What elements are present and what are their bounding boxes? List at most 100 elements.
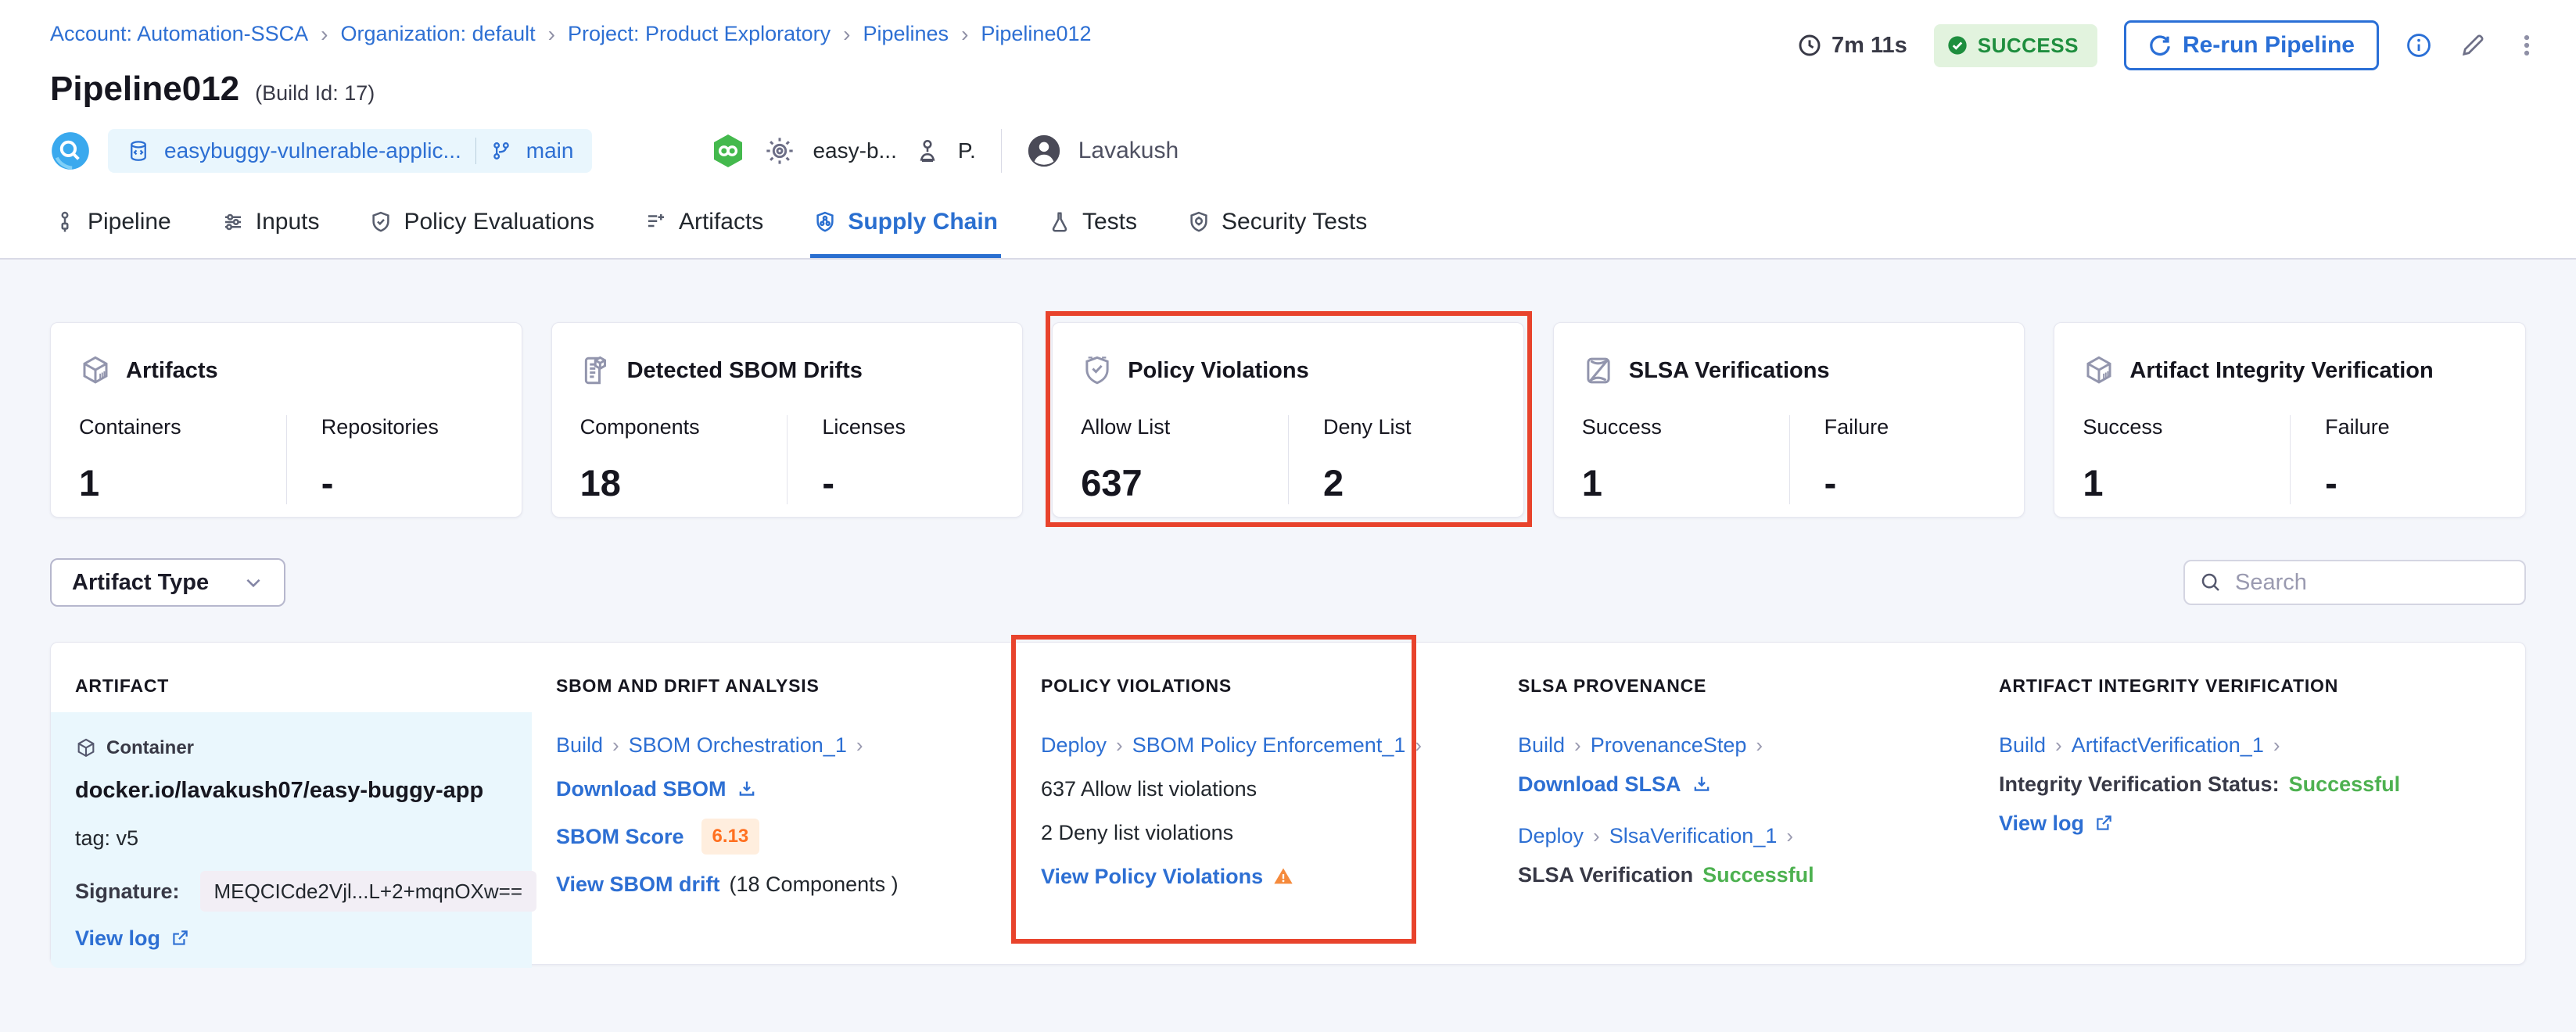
- view-log-link[interactable]: View log: [75, 924, 160, 952]
- chevron-right-icon: ›: [961, 23, 968, 45]
- execution-duration: 7m 11s: [1797, 33, 1907, 59]
- step-link[interactable]: ArtifactVerification_1: [2072, 731, 2264, 759]
- col-header-slsa-provenance: SLSA PROVENANCE: [1494, 643, 1975, 697]
- step-link[interactable]: ProvenanceStep: [1591, 731, 1747, 759]
- tab-pipeline[interactable]: Pipeline: [50, 209, 174, 258]
- stat-repositories: Repositories -: [286, 415, 493, 504]
- artifact-type-dropdown[interactable]: Artifact Type: [50, 558, 285, 607]
- card-artifact-integrity: Artifact Integrity Verification Success …: [2054, 322, 2526, 518]
- branch-name-link[interactable]: main: [526, 138, 574, 163]
- tab-tests[interactable]: Tests: [1045, 209, 1140, 258]
- stat-slsa-failure: Failure -: [1789, 415, 1997, 504]
- tab-security-tests[interactable]: Security Tests: [1184, 209, 1370, 258]
- artifacts-table: ARTIFACT SBOM AND DRIFT ANALYSIS POLICY …: [50, 642, 2526, 965]
- supply-chain-page: Account: Automation-SSCA › Organization:…: [0, 0, 2576, 1032]
- title-row: Pipeline012 (Build Id: 17): [50, 70, 2526, 109]
- container-cube-icon: [75, 737, 97, 759]
- tab-supply-chain[interactable]: Supply Chain: [810, 209, 1001, 258]
- chevron-right-icon: ›: [843, 23, 850, 45]
- repo-name-link[interactable]: easybuggy-vulnerable-applic...: [164, 138, 461, 163]
- stat-deny-list: Deny List 2: [1288, 415, 1495, 504]
- stage-link[interactable]: Deploy: [1041, 731, 1107, 759]
- stage-link[interactable]: Deploy: [1518, 822, 1584, 850]
- chevron-right-icon: ›: [1415, 731, 1422, 759]
- shield-check-icon: [1081, 354, 1114, 387]
- slsa-icon: [1582, 354, 1615, 387]
- sbom-score-link[interactable]: SBOM Score: [556, 822, 684, 851]
- sbom-document-icon: [580, 354, 613, 387]
- page-header: Account: Automation-SSCA › Organization:…: [0, 0, 2576, 260]
- rerun-pipeline-button[interactable]: Re-run Pipeline: [2124, 20, 2379, 70]
- chevron-right-icon: ›: [1786, 822, 1793, 850]
- cube-icon: [2083, 354, 2115, 387]
- integrity-status-label: Integrity Verification Status:: [1999, 770, 2280, 798]
- stat-integrity-success: Success 1: [2083, 415, 2290, 504]
- sliders-icon: [221, 210, 245, 234]
- tab-policy-evaluations[interactable]: Policy Evaluations: [366, 209, 597, 258]
- status-badge: SUCCESS: [1934, 24, 2097, 67]
- breadcrumb-account[interactable]: Account: Automation-SSCA: [50, 22, 308, 46]
- step-link[interactable]: SBOM Orchestration_1: [629, 731, 847, 759]
- git-branch-icon: [490, 140, 512, 162]
- status-text: SUCCESS: [1978, 34, 2079, 58]
- search-input[interactable]: [2235, 570, 2510, 596]
- card-title: Detected SBOM Drifts: [627, 358, 863, 384]
- stage-link[interactable]: Build: [556, 731, 603, 759]
- sbom-cell: Build › SBOM Orchestration_1 › Download …: [532, 712, 1017, 968]
- col-header-artifact: ARTIFACT: [51, 643, 532, 697]
- chevron-right-icon: ›: [1574, 731, 1581, 759]
- kebab-menu-icon[interactable]: [2513, 32, 2540, 59]
- stat-slsa-success: Success 1: [1582, 415, 1789, 504]
- artifact-type-badge: Container: [106, 734, 194, 762]
- step-link[interactable]: SBOM Policy Enforcement_1: [1132, 731, 1406, 759]
- policy-violations-cell: Deploy › SBOM Policy Enforcement_1 › 637…: [1017, 712, 1494, 968]
- breadcrumb-organization[interactable]: Organization: default: [341, 22, 536, 46]
- chevron-right-icon: ›: [2273, 731, 2280, 759]
- tab-inputs[interactable]: Inputs: [218, 209, 323, 258]
- col-header-integrity: ARTIFACT INTEGRITY VERIFICATION: [1975, 643, 2525, 697]
- cube-icon: [79, 354, 112, 387]
- repo-branch-pill: easybuggy-vulnerable-applic... main: [108, 129, 592, 173]
- col-header-policy-violations: POLICY VIOLATIONS: [1017, 643, 1494, 697]
- trigger-icon: [50, 131, 91, 171]
- external-link-icon: [170, 928, 190, 948]
- chevron-right-icon: ›: [1593, 822, 1600, 850]
- sbom-drift-count: (18 Components ): [730, 870, 899, 898]
- flask-icon: [1048, 210, 1071, 234]
- card-sbom-drifts: Detected SBOM Drifts Components 18 Licen…: [551, 322, 1024, 518]
- sbom-score-badge: 6.13: [701, 819, 760, 855]
- breadcrumb-pipeline012[interactable]: Pipeline012: [981, 22, 1091, 46]
- artifact-cell: Container docker.io/lavakush07/easy-bugg…: [51, 712, 532, 968]
- card-policy-violations: Policy Violations Allow List 637 Deny Li…: [1052, 322, 1524, 518]
- tab-artifacts[interactable]: Artifacts: [641, 209, 766, 258]
- chevron-right-icon: ›: [2055, 731, 2062, 759]
- artifact-name: docker.io/lavakush07/easy-buggy-app: [75, 778, 516, 804]
- card-artifacts: Artifacts Containers 1 Repositories -: [50, 322, 522, 518]
- card-title: Policy Violations: [1128, 358, 1309, 384]
- step-link[interactable]: SlsaVerification_1: [1609, 822, 1778, 850]
- edit-pencil-icon[interactable]: [2459, 31, 2487, 59]
- tab-label: Artifacts: [679, 209, 763, 235]
- breadcrumb-pipelines[interactable]: Pipelines: [863, 22, 949, 46]
- chevron-right-icon: ›: [1756, 731, 1763, 759]
- stat-allow-list: Allow List 637: [1081, 415, 1288, 504]
- pill-divider: [475, 138, 476, 164]
- tab-label: Inputs: [256, 209, 320, 235]
- duration-text: 7m 11s: [1832, 33, 1907, 59]
- info-icon[interactable]: [2406, 32, 2432, 59]
- tab-label: Supply Chain: [848, 209, 998, 235]
- artifact-type-label: Artifact Type: [72, 570, 209, 596]
- user-name: Lavakush: [1078, 138, 1179, 164]
- slsa-status-value: Successful: [1702, 861, 1814, 889]
- view-sbom-drift-link[interactable]: View SBOM drift: [556, 870, 720, 898]
- breadcrumb-project[interactable]: Project: Product Exploratory: [568, 22, 831, 46]
- list-plus-icon: [644, 210, 668, 234]
- download-sbom-link[interactable]: Download SBOM: [556, 775, 727, 803]
- stage-icon: [914, 138, 941, 164]
- view-policy-violations-link[interactable]: View Policy Violations: [1041, 862, 1263, 890]
- stage-link[interactable]: Build: [1518, 731, 1565, 759]
- download-slsa-link[interactable]: Download SLSA: [1518, 770, 1681, 798]
- stage-link[interactable]: Build: [1999, 731, 2046, 759]
- slsa-status-label: SLSA Verification: [1518, 861, 1693, 889]
- view-log-link[interactable]: View log: [1999, 809, 2084, 837]
